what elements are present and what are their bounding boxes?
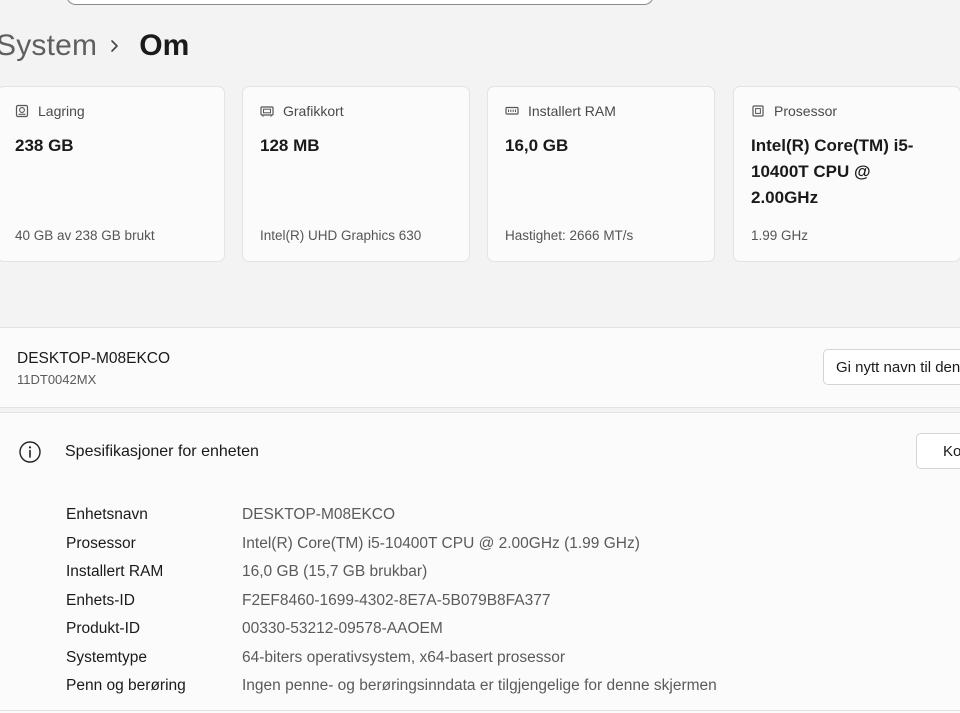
processor-chip-icon [751, 104, 765, 118]
spec-row-pen-touch: Penn og berøring Ingen penne- og berørin… [0, 672, 960, 700]
spec-value: 16,0 GB (15,7 GB brukbar) [242, 563, 428, 580]
search-box[interactable] [66, 0, 654, 5]
chevron-right-icon [97, 37, 131, 55]
info-icon [18, 440, 42, 464]
copy-specs-button[interactable]: Kopier [916, 433, 960, 469]
processor-card-detail: 1.99 GHz [751, 228, 809, 243]
spec-label: Prosessor [66, 534, 136, 552]
spec-value: Ingen penne- og berøringsinndata er tilg… [242, 677, 717, 694]
ram-card-detail: Hastighet: 2666 MT/s [505, 228, 634, 243]
rename-pc-button[interactable]: Gi nytt navn til denne PC-en [823, 349, 960, 385]
spec-value: 64-biters operativsystem, x64-basert pro… [242, 648, 566, 666]
graphics-card: Grafikkort 128 MB Intel(R) UHD Graphics … [242, 86, 470, 262]
spec-value: F2EF8460-1699-4302-8E7A-5B079B8FA377 [242, 591, 551, 609]
storage-card: Lagring 238 GB 40 GB av 238 GB brukt [0, 86, 225, 262]
spec-row-product-id: Produkt-ID 00330-53212-09578-AAOEM [0, 615, 960, 643]
ram-icon [505, 104, 519, 118]
ram-card-label: Installert RAM [528, 103, 616, 119]
spec-value: DESKTOP-M08EKCO [242, 506, 396, 523]
device-model: 11DT0042MX [17, 372, 97, 387]
spec-value: 00330-53212-09578-AAOEM [242, 620, 443, 637]
storage-drive-icon [15, 104, 29, 118]
spec-label: Installert RAM [66, 563, 164, 580]
device-name: DESKTOP-M08EKCO [17, 350, 171, 367]
spec-label: Produkt-ID [66, 620, 141, 637]
spec-label: Penn og berøring [66, 677, 186, 694]
spec-value: Intel(R) Core(TM) i5-10400T CPU @ 2.00GH… [242, 534, 640, 552]
graphics-card-value: 128 MB [260, 136, 320, 155]
page-title: Om [139, 29, 190, 62]
graphics-card-label: Grafikkort [283, 103, 344, 119]
spec-label: Enhetsnavn [66, 506, 148, 523]
device-specs-header[interactable]: Spesifikasjoner for enheten Kopier [0, 412, 960, 492]
processor-card-value: Intel(R) Core(TM) i5-10400T CPU @ 2.00GH… [751, 136, 914, 207]
processor-card: Prosessor Intel(R) Core(TM) i5-10400T CP… [733, 86, 960, 262]
device-specs-list: Enhetsnavn DESKTOP-M08EKCO Prosessor Int… [0, 491, 960, 713]
breadcrumb: System Om [0, 24, 189, 68]
spec-row-processor: Prosessor Intel(R) Core(TM) i5-10400T CP… [0, 530, 960, 558]
storage-card-label: Lagring [38, 103, 85, 119]
graphics-card-detail: Intel(R) UHD Graphics 630 [260, 228, 422, 243]
divider [0, 710, 960, 711]
processor-card-label: Prosessor [774, 103, 838, 119]
breadcrumb-system-link[interactable]: System [0, 29, 97, 63]
spec-row-installed-ram: Installert RAM 16,0 GB (15,7 GB brukbar) [0, 558, 960, 586]
storage-card-detail: 40 GB av 238 GB brukt [15, 228, 155, 243]
graphics-card-icon [260, 104, 274, 118]
ram-card-value: 16,0 GB [505, 136, 569, 155]
spec-label: Enhets-ID [66, 591, 135, 609]
device-specs-title: Spesifikasjoner for enheten [65, 443, 259, 460]
spec-label: Systemtype [66, 648, 147, 666]
storage-card-value: 238 GB [15, 136, 74, 155]
spec-row-system-type: Systemtype 64-biters operativsystem, x64… [0, 644, 960, 672]
spec-row-device-name: Enhetsnavn DESKTOP-M08EKCO [0, 501, 960, 529]
ram-card: Installert RAM 16,0 GB Hastighet: 2666 M… [487, 86, 715, 262]
spec-row-device-id: Enhets-ID F2EF8460-1699-4302-8E7A-5B079B… [0, 587, 960, 615]
device-name-panel: DESKTOP-M08EKCO 11DT0042MX Gi nytt navn … [0, 327, 960, 408]
